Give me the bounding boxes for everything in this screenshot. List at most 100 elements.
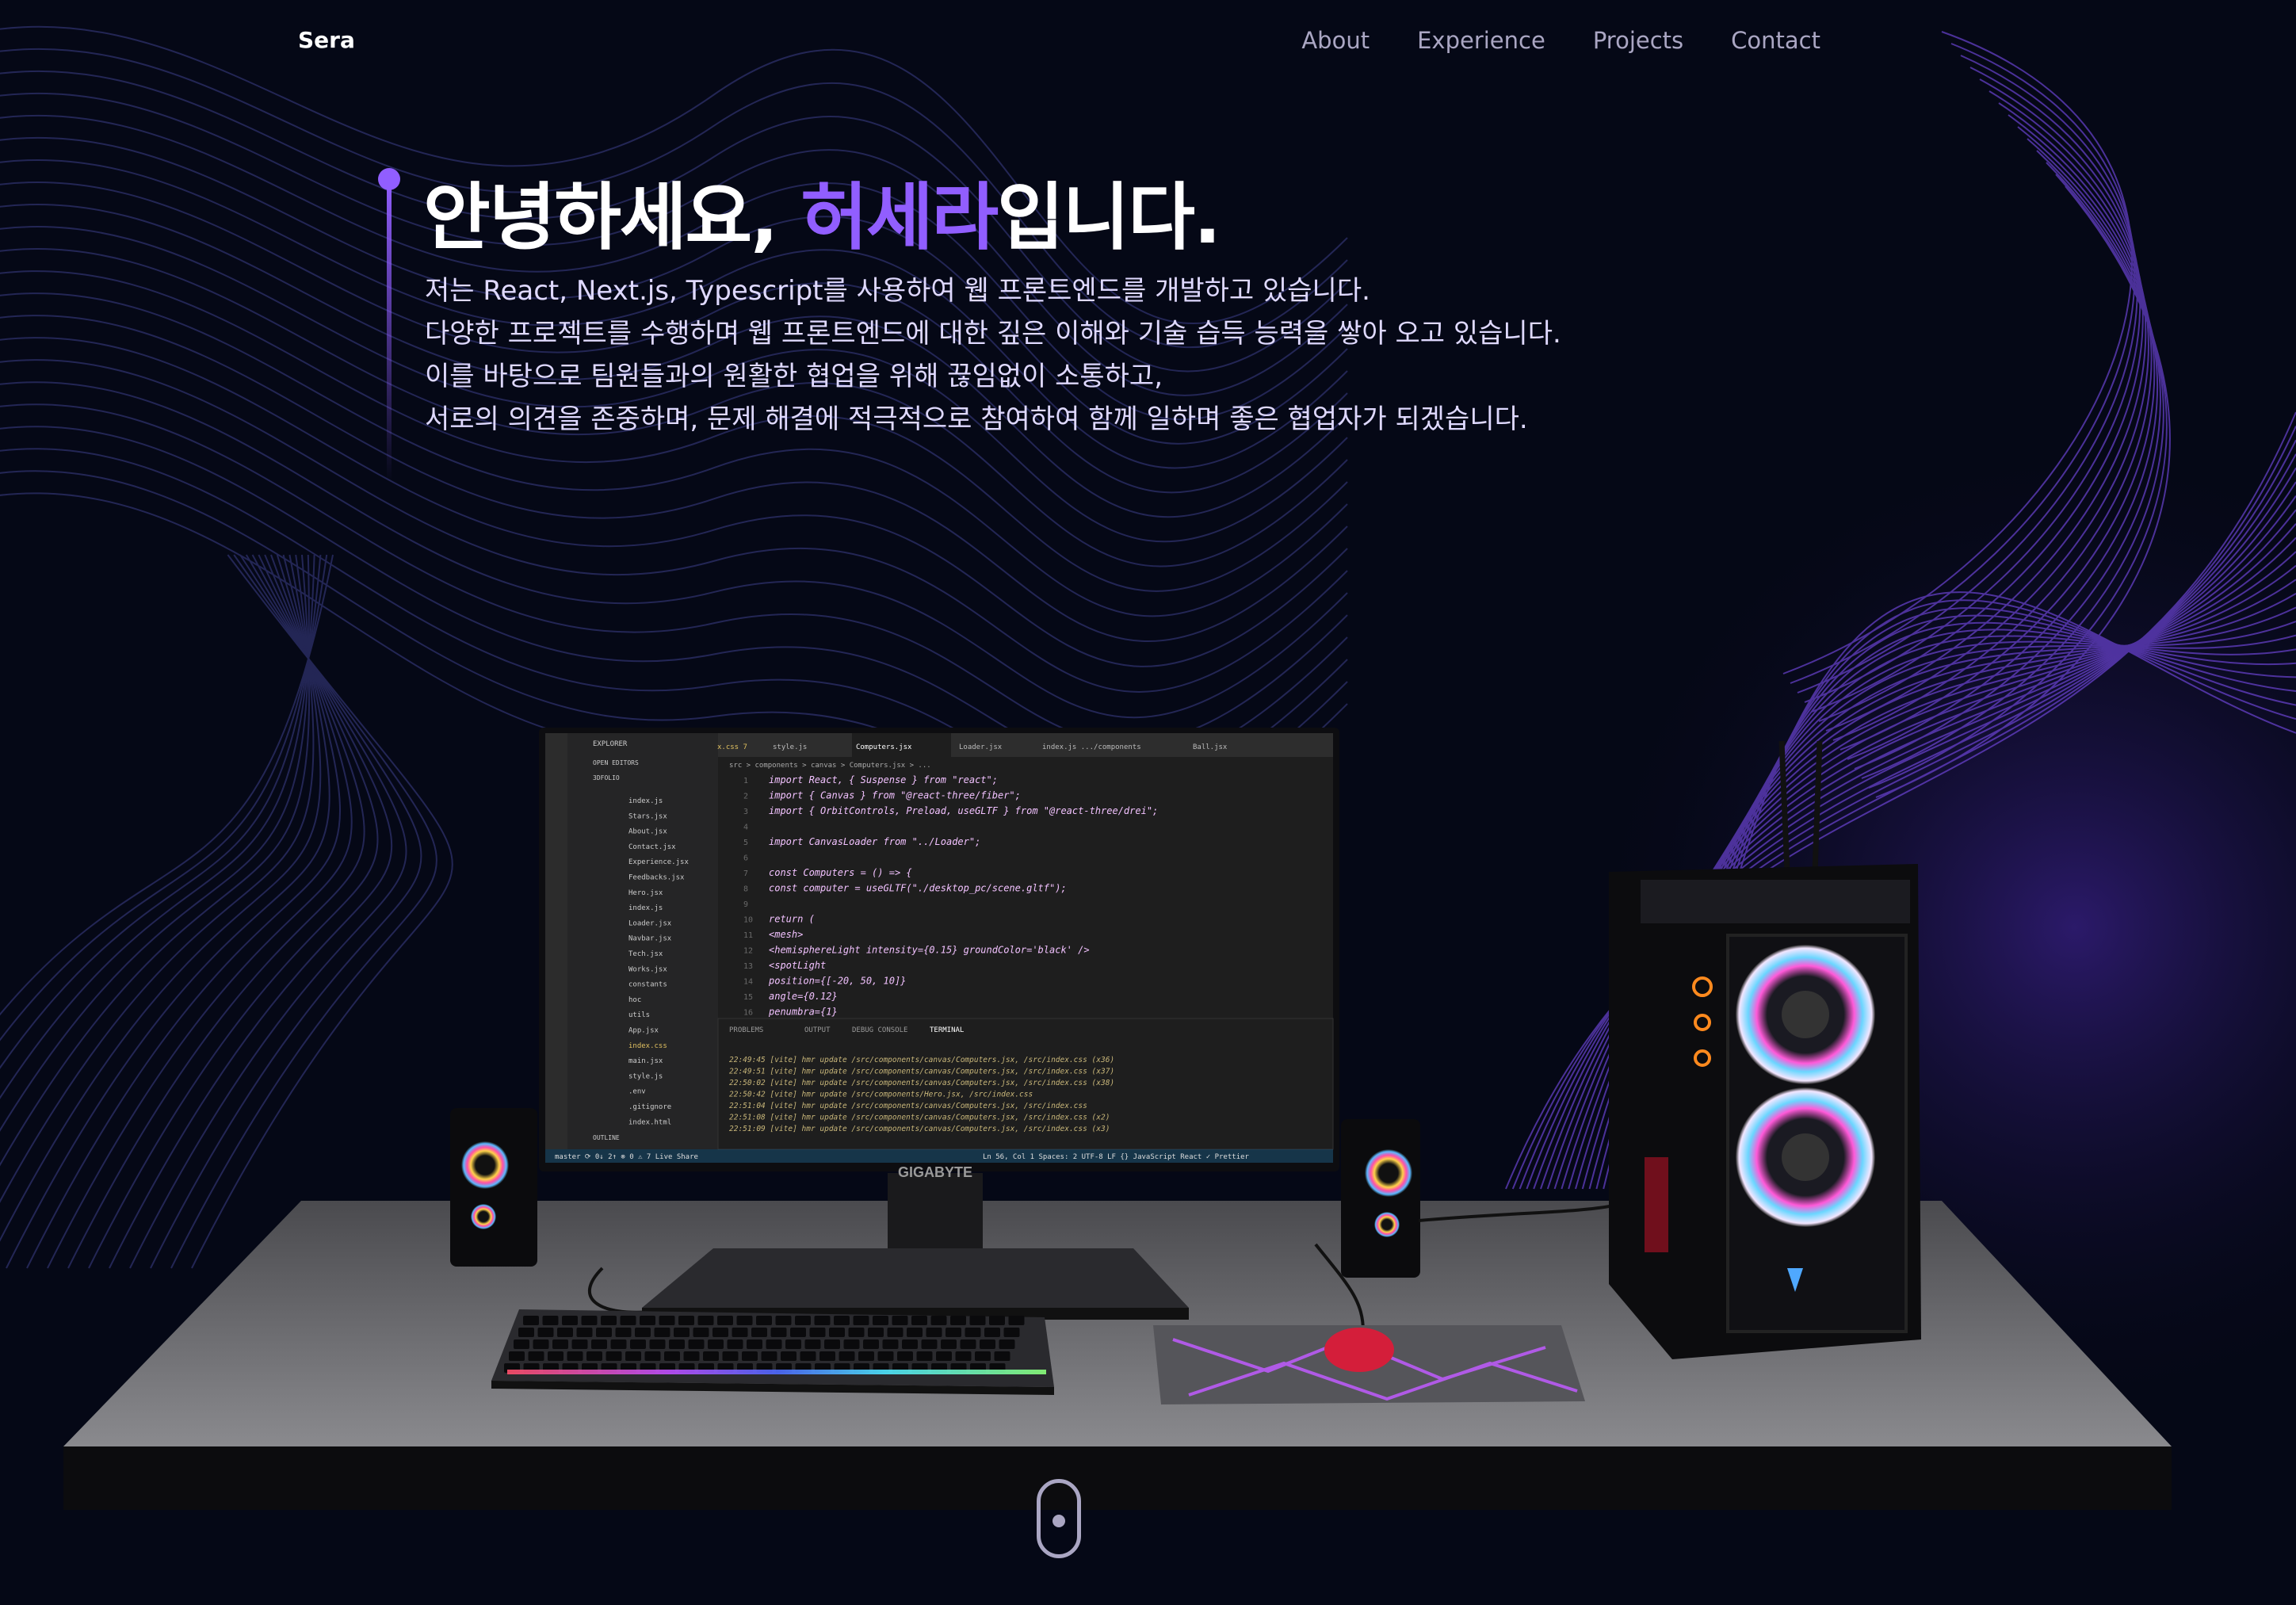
editor-tab[interactable]: Ball.jsx bbox=[1193, 743, 1228, 751]
keyboard-key bbox=[790, 1328, 806, 1337]
panel-tab[interactable]: OUTPUT bbox=[804, 1026, 831, 1034]
keyboard-key bbox=[980, 1339, 995, 1349]
editor-tab[interactable]: x.css 7 bbox=[717, 743, 747, 751]
keyboard-key bbox=[581, 1316, 598, 1325]
project-label: 3DFOLIO bbox=[593, 774, 620, 781]
keyboard-key bbox=[873, 1316, 888, 1325]
keyboard-key bbox=[601, 1316, 617, 1325]
keyboard-key bbox=[571, 1339, 588, 1349]
keyboard-key bbox=[1003, 1328, 1020, 1337]
panel-tab[interactable]: TERMINAL bbox=[930, 1026, 964, 1034]
keyboard-key bbox=[814, 1316, 831, 1325]
keyboard-key bbox=[542, 1316, 559, 1325]
file-item[interactable]: Tech.jsx bbox=[628, 950, 663, 958]
mouse bbox=[1324, 1328, 1394, 1372]
desk-scene[interactable]: GIGABYTE EXPLORER OPEN EDITORS 3DFOLIO i… bbox=[0, 0, 2296, 1605]
line-number: 15 bbox=[743, 993, 753, 1002]
file-item[interactable]: hoc bbox=[628, 996, 641, 1004]
file-item[interactable]: Hero.jsx bbox=[628, 889, 663, 897]
file-item[interactable]: Navbar.jsx bbox=[628, 935, 672, 943]
file-item[interactable]: index.js bbox=[628, 904, 663, 912]
file-item[interactable]: index.html bbox=[628, 1118, 671, 1126]
line-number: 7 bbox=[743, 869, 748, 878]
editor-tab[interactable]: Loader.jsx bbox=[959, 743, 1003, 751]
file-item[interactable]: Feedbacks.jsx bbox=[628, 874, 685, 882]
keyboard-key bbox=[557, 1328, 573, 1337]
file-item[interactable]: App.jsx bbox=[628, 1027, 659, 1035]
keyboard-key bbox=[712, 1328, 728, 1337]
file-item[interactable]: index.js bbox=[628, 797, 663, 805]
code-line: <spotLight bbox=[769, 960, 826, 971]
keyboard-key bbox=[843, 1339, 860, 1349]
code-line: import CanvasLoader from "../Loader"; bbox=[769, 836, 980, 847]
file-item[interactable]: Experience.jsx bbox=[628, 858, 689, 866]
mouse-scroll-icon[interactable] bbox=[1037, 1479, 1081, 1558]
keyboard-key bbox=[926, 1328, 942, 1337]
keyboard-key bbox=[649, 1339, 666, 1349]
terminal-line: 22:50:02 [vite] hmr update /src/componen… bbox=[729, 1079, 1114, 1087]
keyboard-key bbox=[897, 1351, 913, 1361]
keyboard-key bbox=[669, 1339, 685, 1349]
editor-tab[interactable]: style.js bbox=[773, 743, 807, 751]
file-item[interactable]: About.jsx bbox=[628, 828, 667, 836]
panel-tab[interactable]: DEBUG CONSOLE bbox=[852, 1026, 907, 1034]
keyboard-key bbox=[703, 1351, 719, 1361]
keyboard-key bbox=[625, 1351, 641, 1361]
keyboard-key bbox=[960, 1339, 976, 1349]
keyboard-key bbox=[761, 1351, 777, 1361]
keyboard-key bbox=[644, 1351, 661, 1361]
line-number: 1 bbox=[743, 777, 748, 785]
file-item[interactable]: .gitignore bbox=[628, 1103, 671, 1111]
keyboard-key bbox=[882, 1339, 899, 1349]
keyboard-key bbox=[834, 1316, 850, 1325]
keyboard-key bbox=[946, 1328, 961, 1337]
keyboard-key bbox=[518, 1328, 534, 1337]
speaker-right bbox=[1341, 1119, 1420, 1278]
line-number: 14 bbox=[743, 978, 753, 987]
keyboard-key bbox=[975, 1351, 991, 1361]
keyboard-key bbox=[664, 1351, 680, 1361]
keyboard-key bbox=[1008, 1316, 1025, 1325]
terminal-line: 22:51:04 [vite] hmr update /src/componen… bbox=[729, 1102, 1087, 1110]
keyboard-key bbox=[708, 1339, 724, 1349]
line-number: 2 bbox=[743, 793, 748, 801]
file-item[interactable]: Contact.jsx bbox=[628, 843, 676, 851]
keyboard-key bbox=[819, 1351, 835, 1361]
keyboard-key bbox=[654, 1328, 670, 1337]
keyboard-key bbox=[751, 1328, 767, 1337]
status-bar-left: master ⟳ 0↓ 2↑ ⊗ 0 ⚠ 7 Live Share bbox=[555, 1153, 698, 1161]
keyboard-key bbox=[688, 1339, 705, 1349]
keyboard-key bbox=[892, 1316, 908, 1325]
keyboard-key bbox=[868, 1328, 884, 1337]
keyboard-key bbox=[552, 1339, 568, 1349]
file-item[interactable]: main.jsx bbox=[628, 1057, 663, 1065]
explorer-title: EXPLORER bbox=[593, 740, 628, 748]
file-item[interactable]: style.js bbox=[628, 1072, 663, 1080]
keyboard-key bbox=[586, 1351, 602, 1361]
keyboard-key bbox=[775, 1316, 792, 1325]
speaker-left bbox=[450, 1108, 537, 1267]
keyboard-key bbox=[548, 1351, 563, 1361]
file-item[interactable]: Loader.jsx bbox=[628, 919, 672, 927]
code-line: import { Canvas } from "@react-three/fib… bbox=[769, 790, 1021, 801]
keyboard-key bbox=[509, 1351, 525, 1361]
file-item[interactable]: Stars.jsx bbox=[628, 812, 667, 820]
line-number: 11 bbox=[743, 931, 753, 940]
keyboard-key bbox=[907, 1328, 923, 1337]
keyboard-key bbox=[848, 1328, 865, 1337]
line-number: 5 bbox=[743, 839, 748, 847]
editor-tab[interactable]: Computers.jsx bbox=[856, 743, 912, 751]
terminal-line: 22:50:42 [vite] hmr update /src/componen… bbox=[729, 1091, 1033, 1099]
panel-tab[interactable]: PROBLEMS bbox=[729, 1026, 763, 1034]
file-item[interactable]: constants bbox=[628, 981, 667, 989]
keyboard-key bbox=[965, 1328, 981, 1337]
file-item[interactable]: .env bbox=[628, 1088, 646, 1096]
file-item[interactable]: Works.jsx bbox=[628, 965, 667, 973]
keyboard-key bbox=[766, 1339, 782, 1349]
file-item[interactable]: utils bbox=[628, 1011, 650, 1019]
file-item[interactable]: index.css bbox=[628, 1042, 667, 1050]
keyboard-key bbox=[916, 1351, 933, 1361]
editor-tab[interactable]: index.js .../components bbox=[1042, 743, 1141, 751]
keyboard bbox=[491, 1309, 1054, 1395]
keyboard-key bbox=[911, 1316, 927, 1325]
